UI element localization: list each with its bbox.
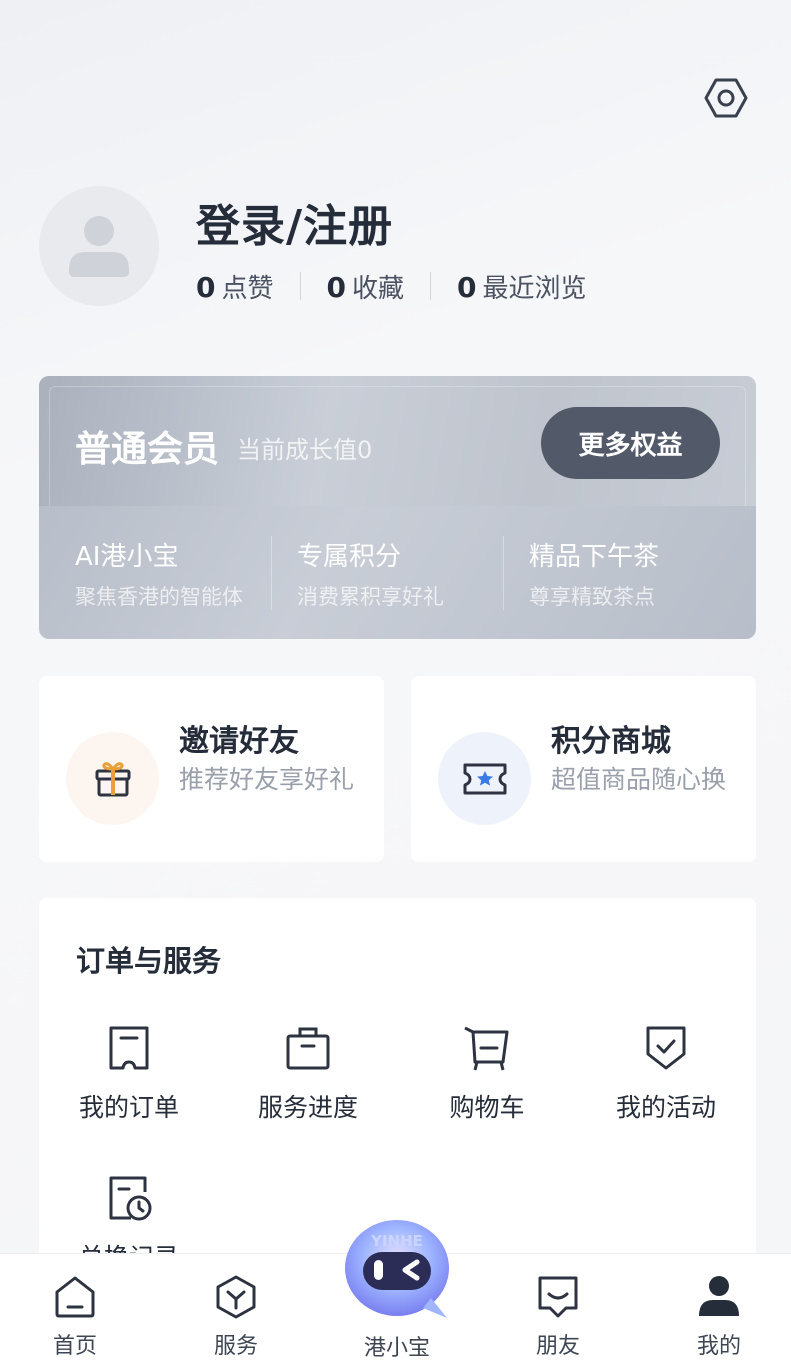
service-progress-button[interactable]: 服务进度 xyxy=(218,1024,398,1124)
activity-badge-icon xyxy=(642,1024,690,1072)
promo-title: 积分商城 xyxy=(551,724,671,759)
stat-likes[interactable]: 0 点赞 xyxy=(196,268,274,305)
benefits-row: AI港小宝 聚焦香港的智能体 专属积分 消费累积享好礼 精品下午茶 尊享精致茶点 xyxy=(39,506,756,639)
user-avatar-icon xyxy=(69,216,129,277)
tab-label: 我的 xyxy=(696,1334,741,1359)
stat-recent[interactable]: 0 最近浏览 xyxy=(457,268,587,305)
recent-label: 最近浏览 xyxy=(482,273,587,304)
favorites-label: 收藏 xyxy=(351,273,404,304)
exchange-history-icon xyxy=(105,1174,153,1222)
order-receipt-icon xyxy=(105,1024,153,1072)
benefit-points[interactable]: 专属积分 消费累积享好礼 xyxy=(271,506,503,639)
shopping-cart-button[interactable]: 购物车 xyxy=(397,1024,577,1124)
points-mall-card[interactable]: 积分商城 超值商品随心换 xyxy=(411,676,756,862)
tab-label: 朋友 xyxy=(535,1334,580,1359)
service-label: 服务进度 xyxy=(257,1093,358,1122)
tab-friends[interactable]: 朋友 xyxy=(483,1254,633,1362)
briefcase-icon xyxy=(284,1024,332,1072)
promo-desc: 推荐好友享好礼 xyxy=(179,765,355,794)
avatar[interactable] xyxy=(39,186,159,306)
recent-count: 0 xyxy=(457,270,477,304)
settings-icon[interactable] xyxy=(702,74,750,122)
member-level: 普通会员 xyxy=(75,429,220,470)
likes-label: 点赞 xyxy=(221,273,274,304)
benefit-subtitle: 消费累积享好礼 xyxy=(297,585,444,609)
service-cube-icon xyxy=(214,1274,258,1320)
tab-home[interactable]: 首页 xyxy=(0,1254,150,1362)
tab-label: 港小宝 xyxy=(363,1336,430,1361)
profile-stats: 0 点赞 0 收藏 0 最近浏览 xyxy=(196,266,587,306)
benefit-ai-assistant[interactable]: AI港小宝 聚焦香港的智能体 xyxy=(39,506,271,639)
benefit-title: 精品下午茶 xyxy=(529,542,660,572)
tab-services[interactable]: 服务 xyxy=(161,1254,311,1362)
stat-divider xyxy=(299,272,301,300)
stat-divider xyxy=(430,272,431,300)
mine-page: 登录/注册 0 点赞 0 收藏 0 最近浏览 普通会员 当前成长值0 更多权益 … xyxy=(0,0,791,1362)
membership-card[interactable]: 普通会员 当前成长值0 更多权益 AI港小宝 聚焦香港的智能体 专属积分 消费累… xyxy=(39,376,756,639)
benefit-subtitle: 尊享精致茶点 xyxy=(529,585,655,609)
mascot-brand-text: YINHE xyxy=(370,1232,423,1250)
benefit-afternoon-tea[interactable]: 精品下午茶 尊享精致茶点 xyxy=(503,506,735,639)
promo-title: 邀请好友 xyxy=(179,724,299,759)
section-title: 订单与服务 xyxy=(76,944,222,978)
promo-desc: 超值商品随心换 xyxy=(551,765,727,794)
gift-icon xyxy=(66,732,159,825)
growth-value: 当前成长值0 xyxy=(237,436,373,464)
benefit-title: AI港小宝 xyxy=(75,542,179,572)
more-benefits-button[interactable]: 更多权益 xyxy=(541,407,720,479)
tab-label: 首页 xyxy=(52,1334,97,1359)
login-register-link[interactable]: 登录/注册 xyxy=(196,190,393,254)
service-label: 购物车 xyxy=(449,1093,525,1122)
friends-chat-icon xyxy=(536,1274,580,1320)
service-label: 我的活动 xyxy=(615,1093,716,1122)
favorites-count: 0 xyxy=(326,270,346,304)
profile-user-icon xyxy=(697,1274,741,1320)
benefit-divider xyxy=(503,536,504,610)
service-label: 我的订单 xyxy=(78,1093,179,1122)
benefit-subtitle: 聚焦香港的智能体 xyxy=(75,585,243,609)
likes-count: 0 xyxy=(196,270,216,304)
ticket-star-icon xyxy=(438,732,531,825)
mascot-robot-icon[interactable]: YINHE xyxy=(343,1218,451,1322)
home-icon xyxy=(53,1274,97,1320)
my-orders-button[interactable]: 我的订单 xyxy=(39,1024,219,1124)
shopping-cart-icon xyxy=(463,1024,511,1072)
benefit-title: 专属积分 xyxy=(297,542,402,572)
tab-label: 服务 xyxy=(213,1334,258,1359)
invite-friends-card[interactable]: 邀请好友 推荐好友享好礼 xyxy=(39,676,384,862)
my-activities-button[interactable]: 我的活动 xyxy=(576,1024,756,1124)
benefit-divider xyxy=(271,536,272,610)
stat-favorites[interactable]: 0 收藏 xyxy=(327,268,405,305)
tab-mine[interactable]: 我的 xyxy=(644,1254,791,1362)
